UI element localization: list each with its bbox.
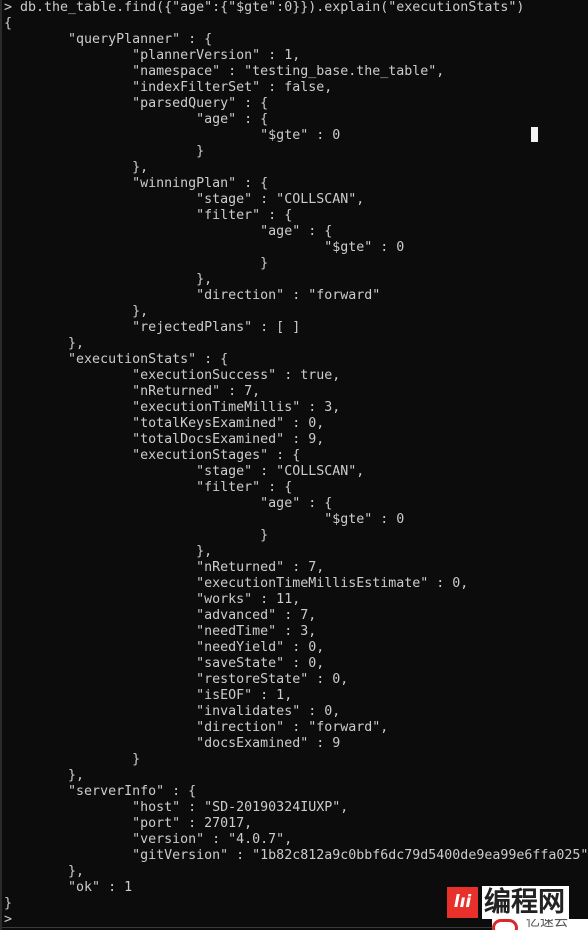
output-line: "nReturned" : 7, xyxy=(4,384,261,399)
output-line: "works" : 11, xyxy=(4,592,301,607)
output-line: "$gte" : 0 xyxy=(4,512,405,527)
output-line: "direction" : "forward", xyxy=(4,720,389,735)
output-line: } xyxy=(4,256,269,271)
output-line: "executionStages" : { xyxy=(4,448,301,463)
output-line: "invalidates" : 0, xyxy=(4,704,341,719)
watermark-logo-icon: lıi xyxy=(447,887,478,918)
console-output: > db.the_table.find({"age":{"$gte":0}}).… xyxy=(4,0,588,928)
output-line: }, xyxy=(4,304,149,319)
output-line: "docsExamined" : 9 xyxy=(4,736,341,751)
output-line: "nReturned" : 7, xyxy=(4,560,325,575)
output-line: "totalKeysExamined" : 0, xyxy=(4,416,325,431)
output-line: "$gte" : 0 xyxy=(4,128,341,143)
output-line: } xyxy=(4,528,269,543)
output-line: "namespace" : "testing_base.the_table", xyxy=(4,64,445,79)
text-cursor xyxy=(531,127,538,142)
console-window[interactable]: > db.the_table.find({"age":{"$gte":0}}).… xyxy=(0,0,588,930)
watermark-sub-logo-icon xyxy=(492,919,518,930)
output-line: }, xyxy=(4,544,213,559)
output-line: } xyxy=(4,752,141,767)
output-line: "direction" : "forward" xyxy=(4,288,381,303)
output-line: "age" : { xyxy=(4,112,269,127)
output-line: "rejectedPlans" : [ ] xyxy=(4,320,301,335)
output-line: "filter" : { xyxy=(4,208,293,223)
watermark: lıi 编程网 亿速云 xyxy=(447,886,588,930)
output-line: "winningPlan" : { xyxy=(4,176,269,191)
output-line: "host" : "SD-20190324IUXP", xyxy=(4,800,349,815)
output-line: { xyxy=(4,16,13,31)
output-line: "executionTimeMillis" : 3, xyxy=(4,400,341,415)
output-line: "saveState" : 0, xyxy=(4,656,325,671)
watermark-text: 编程网 xyxy=(482,886,569,919)
output-line: "queryPlanner" : { xyxy=(4,32,213,47)
output-line: "executionStats" : { xyxy=(4,352,229,367)
output-line: "filter" : { xyxy=(4,480,293,495)
command-line: > db.the_table.find({"age":{"$gte":0}}).… xyxy=(4,0,525,15)
output-line: "stage" : "COLLSCAN", xyxy=(4,464,365,479)
output-line: "indexFilterSet" : false, xyxy=(4,80,333,95)
output-line: "advanced" : 7, xyxy=(4,608,317,623)
output-line: }, xyxy=(4,272,213,287)
output-line: "gitVersion" : "1b82c812a9c0bbf6dc79d540… xyxy=(4,848,588,863)
output-line: "$gte" : 0 xyxy=(4,240,405,255)
output-line: "needTime" : 3, xyxy=(4,624,317,639)
output-line: "needYield" : 0, xyxy=(4,640,325,655)
output-line: "version" : "4.0.7", xyxy=(4,832,293,847)
output-line: "restoreState" : 0, xyxy=(4,672,349,687)
watermark-subtitle: 亿速云 xyxy=(492,919,588,930)
output-line: "plannerVersion" : 1, xyxy=(4,48,301,63)
output-line: "serverInfo" : { xyxy=(4,784,197,799)
output-line: }, xyxy=(4,864,85,879)
output-line: "totalDocsExamined" : 9, xyxy=(4,432,325,447)
output-line: "isEOF" : 1, xyxy=(4,688,293,703)
output-line: }, xyxy=(4,160,149,175)
output-line: "parsedQuery" : { xyxy=(4,96,269,111)
output-line: "stage" : "COLLSCAN", xyxy=(4,192,365,207)
output-line: "age" : { xyxy=(4,224,333,239)
output-line: } xyxy=(4,144,205,159)
watermark-sub-text: 亿速云 xyxy=(526,919,568,930)
output-line: "executionTimeMillisEstimate" : 0, xyxy=(4,576,469,591)
output-line: }, xyxy=(4,768,85,783)
output-line: }, xyxy=(4,336,85,351)
output-line: "age" : { xyxy=(4,496,333,511)
output-line: "executionSuccess" : true, xyxy=(4,368,341,383)
output-line: "port" : 27017, xyxy=(4,816,253,831)
